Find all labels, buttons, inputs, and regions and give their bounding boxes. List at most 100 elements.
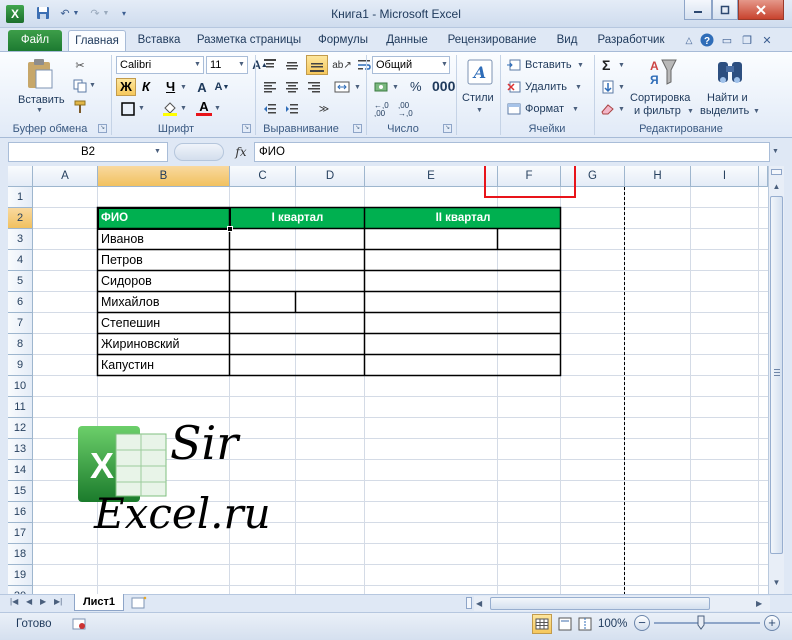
scroll-left-button[interactable]: ◀: [476, 596, 482, 611]
vertical-split-handle[interactable]: [771, 169, 782, 175]
normal-view-button[interactable]: [532, 614, 552, 634]
insert-cells-icon[interactable]: [506, 57, 522, 73]
format-painter-icon[interactable]: [72, 99, 88, 115]
tab-insert[interactable]: Вставка: [134, 30, 184, 52]
tab-view[interactable]: Вид: [552, 30, 582, 52]
percent-style-icon[interactable]: %: [410, 79, 422, 94]
delete-cells-dropdown-icon[interactable]: ▼: [575, 84, 582, 91]
horizontal-scroll-thumb[interactable]: [490, 597, 710, 610]
tab-data[interactable]: Данные: [382, 30, 432, 52]
insert-sheet-icon[interactable]: [130, 596, 148, 610]
formula-bar-splitter[interactable]: [174, 143, 224, 161]
format-cells-dropdown-icon[interactable]: ▼: [572, 106, 579, 113]
page-layout-view-icon[interactable]: [556, 615, 574, 633]
zoom-slider-thumb[interactable]: [697, 615, 705, 630]
fill-down-icon[interactable]: [600, 79, 616, 95]
scroll-right-button[interactable]: ▶: [756, 596, 762, 611]
sheet-tab-list1[interactable]: Лист1: [74, 594, 124, 611]
zoom-level[interactable]: 100%: [598, 618, 627, 630]
horizontal-scrollbar[interactable]: ◀ ▶: [474, 596, 770, 611]
align-center-icon[interactable]: [284, 79, 300, 95]
underline-dropdown-icon[interactable]: ▼: [180, 84, 187, 91]
macro-record-icon[interactable]: [72, 617, 86, 631]
insert-cells-dropdown-icon[interactable]: ▼: [577, 62, 584, 69]
help-icon[interactable]: ?: [698, 31, 716, 49]
merge-dropdown-icon[interactable]: ▼: [354, 84, 361, 91]
active-cell-b2[interactable]: [97, 207, 231, 230]
excel-app-icon[interactable]: X: [6, 5, 24, 23]
increase-indent-icon[interactable]: [284, 101, 300, 117]
font-name-dropdown-icon[interactable]: ▼: [194, 61, 201, 68]
autosum-dropdown-icon[interactable]: ▼: [618, 62, 625, 69]
paste-button-label[interactable]: Вставить: [18, 94, 65, 106]
insert-cells-button[interactable]: Вставить: [525, 59, 572, 71]
find-select-label-2[interactable]: выделить: [700, 105, 749, 117]
merge-center-icon[interactable]: [334, 79, 350, 95]
tab-formulas[interactable]: Формулы: [314, 30, 372, 52]
last-sheet-icon[interactable]: ▶|: [54, 597, 62, 606]
prev-sheet-icon[interactable]: ◀: [26, 597, 32, 606]
align-left-icon[interactable]: [262, 79, 278, 95]
sort-filter-icon[interactable]: АЯ: [646, 56, 678, 90]
ribbon-collapse-icon[interactable]: △: [680, 31, 698, 49]
first-sheet-icon[interactable]: |◀: [10, 597, 18, 606]
sort-filter-label-1[interactable]: Сортировка: [630, 92, 690, 104]
formula-input[interactable]: ФИО: [254, 142, 770, 162]
redo-dropdown-icon[interactable]: ▼: [101, 4, 111, 22]
font-name-combo[interactable]: Calibri: [116, 56, 204, 74]
paste-dropdown-icon[interactable]: ▼: [36, 107, 43, 114]
accounting-dropdown-icon[interactable]: ▼: [392, 84, 399, 91]
format-cells-icon[interactable]: [506, 101, 522, 117]
fill-color-icon[interactable]: [162, 100, 178, 116]
page-break-preview-icon[interactable]: [576, 615, 594, 633]
copy-dropdown-icon[interactable]: ▼: [89, 82, 96, 89]
comma-style-icon[interactable]: 000: [432, 78, 455, 94]
styles-icon[interactable]: A: [466, 58, 494, 86]
minimize-button[interactable]: [684, 0, 712, 20]
fill-dropdown-icon[interactable]: ▼: [618, 84, 625, 91]
clipboard-launcher-icon[interactable]: ↘: [98, 124, 107, 133]
tab-home[interactable]: Главная: [68, 30, 126, 52]
number-launcher-icon[interactable]: ↘: [443, 124, 452, 133]
borders-dropdown-icon[interactable]: ▼: [138, 105, 145, 112]
styles-button-label[interactable]: Стили: [462, 92, 494, 104]
wrap-text-icon[interactable]: [356, 57, 372, 73]
align-bottom-button[interactable]: [306, 55, 328, 75]
font-size-dropdown-icon[interactable]: ▼: [238, 61, 245, 68]
font-color-a-icon[interactable]: A: [194, 79, 210, 95]
customize-qat-icon[interactable]: ▾: [118, 4, 130, 22]
formula-expand-icon[interactable]: ▼: [772, 148, 779, 155]
decrease-decimal-icon[interactable]: ,00 →,0: [398, 102, 413, 118]
align-top-icon[interactable]: [262, 57, 278, 73]
tab-file[interactable]: Файл: [8, 30, 62, 51]
workbook-restore-icon[interactable]: ❐: [738, 31, 756, 49]
worksheet-grid[interactable]: A B C D E F G H I 1 2 3 4 5 6 7 8 9 10 1…: [8, 166, 768, 594]
format-cells-button[interactable]: Формат: [525, 103, 564, 115]
increase-decimal-icon[interactable]: ←,0,00: [374, 102, 389, 118]
text-color-dropdown-icon[interactable]: ▼: [214, 105, 221, 112]
clear-dropdown-icon[interactable]: ▼: [618, 106, 625, 113]
next-sheet-icon[interactable]: ▶: [40, 597, 46, 606]
find-select-label-1[interactable]: Найти и: [707, 92, 748, 104]
tab-developer[interactable]: Разработчик: [592, 30, 670, 52]
name-box-dropdown-icon[interactable]: ▼: [154, 148, 161, 155]
delete-cells-icon[interactable]: [506, 79, 522, 95]
zoom-in-button[interactable]: +: [764, 615, 780, 631]
italic-button[interactable]: К: [142, 79, 150, 94]
scroll-up-button[interactable]: ▲: [770, 180, 783, 194]
shrink-font-icon[interactable]: A ▼: [214, 79, 230, 95]
underline-button[interactable]: Ч: [166, 79, 175, 94]
align-middle-icon[interactable]: [284, 57, 300, 73]
clear-icon[interactable]: [600, 101, 616, 117]
delete-cells-button[interactable]: Удалить: [525, 81, 567, 93]
find-select-dropdown-icon[interactable]: ▼: [753, 108, 760, 115]
zoom-out-button[interactable]: −: [634, 615, 650, 631]
zoom-slider-track[interactable]: [654, 622, 760, 624]
find-select-icon[interactable]: [714, 56, 746, 90]
vertical-scrollbar[interactable]: ▲ ▼: [768, 166, 784, 594]
decrease-indent-icon[interactable]: [262, 101, 278, 117]
number-format-combo[interactable]: Общий: [372, 56, 450, 74]
alignment-launcher-icon[interactable]: ↘: [353, 124, 362, 133]
scroll-down-button[interactable]: ▼: [770, 576, 783, 590]
close-button[interactable]: [738, 0, 784, 20]
